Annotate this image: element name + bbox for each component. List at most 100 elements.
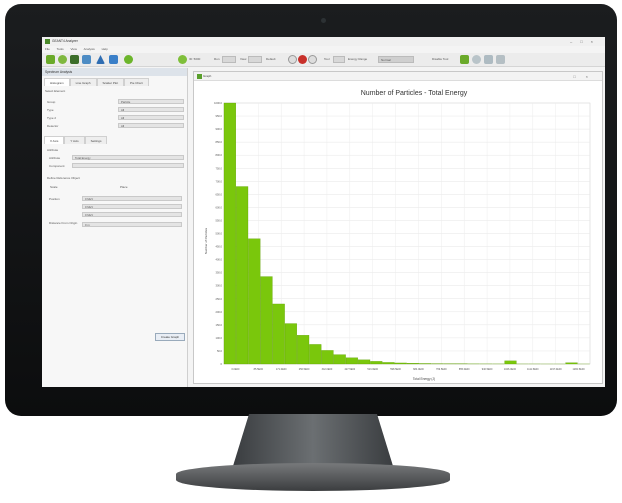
place-radio[interactable]: Place xyxy=(120,185,128,189)
id-label: ID: 5000 xyxy=(189,57,201,61)
refresh-icon[interactable] xyxy=(58,55,67,64)
menu-help[interactable]: Help xyxy=(102,47,108,51)
tool-field[interactable] xyxy=(333,56,345,63)
graph-window-title: Graph xyxy=(203,74,212,78)
graph-close-button[interactable]: × xyxy=(586,74,598,79)
graph-window-icon xyxy=(197,74,202,79)
tab-histogram[interactable]: Histogram xyxy=(44,78,70,86)
y-tick-label: 300.0 xyxy=(216,284,223,288)
distance-label: Distance From Origin xyxy=(49,221,78,225)
histogram-bar xyxy=(297,335,310,365)
histogram-chart: Number of Particles - Total Energy Numbe… xyxy=(204,90,591,381)
type-select[interactable]: All xyxy=(118,107,184,112)
app-icon xyxy=(45,39,50,44)
chart-icon[interactable] xyxy=(109,55,118,64)
y-tick-label: 0 xyxy=(221,362,223,366)
scale-radio[interactable]: Scale xyxy=(50,185,58,189)
graph-maximize-button[interactable]: □ xyxy=(573,74,585,79)
menu-file[interactable]: File xyxy=(45,47,50,51)
y-ticks: 0 50.0 100.0 150.0 200.0 250.0 300.0 350.0 400.0… xyxy=(214,101,222,366)
y-tick-label: 750.0 xyxy=(216,166,223,170)
position-z-field[interactable]: 0 MeV xyxy=(82,212,182,217)
maximize-button[interactable]: □ xyxy=(580,39,590,44)
normal-select[interactable]: Normal xyxy=(378,56,414,63)
type2-select[interactable]: All xyxy=(118,115,184,120)
histogram-bar xyxy=(504,360,517,365)
create-graph-button[interactable]: Create Graph xyxy=(155,333,185,341)
grid-icon[interactable] xyxy=(82,55,91,64)
camera-icon[interactable] xyxy=(70,55,79,64)
x-tick-label: 598.5E00 xyxy=(390,368,401,371)
histogram-bar xyxy=(565,362,578,365)
menu-view[interactable]: View xyxy=(70,47,76,51)
screen: GEANT4 Analyzer –□× File Tools View Anal… xyxy=(42,37,605,387)
y-tick-label: 250.0 xyxy=(216,297,223,301)
pan-icon[interactable] xyxy=(496,55,505,64)
y-tick-label: 700.0 xyxy=(216,179,223,183)
panel-title: Spectrum Analysis xyxy=(42,68,187,76)
view-label: View xyxy=(240,57,247,61)
histogram-bar xyxy=(236,186,249,365)
x-tick-label: 1282.5E00 xyxy=(573,368,586,371)
x-tick-label: 1197.0E00 xyxy=(550,368,563,371)
x-tick-label: 171.0E00 xyxy=(276,368,287,371)
position-label: Position xyxy=(49,197,60,201)
help-icon[interactable] xyxy=(124,55,133,64)
histogram-bar xyxy=(260,276,273,365)
rotate-icon[interactable] xyxy=(484,55,493,64)
y-tick-label: 50.0 xyxy=(217,349,223,353)
tab-settings[interactable]: Settings xyxy=(84,136,108,144)
histogram-bar xyxy=(406,363,419,365)
monitor-stand-base xyxy=(176,463,450,491)
attribute-select[interactable]: Total Energy xyxy=(72,155,184,160)
app-title: GEANT4 Analyzer xyxy=(52,39,78,43)
menu-tools[interactable]: Tools xyxy=(57,47,64,51)
stop-icon[interactable] xyxy=(298,55,307,64)
histogram-bar xyxy=(358,359,371,365)
run-field[interactable] xyxy=(222,56,236,63)
tab-scatter-plot[interactable]: Scatter Plot xyxy=(96,78,125,86)
histogram-bar xyxy=(394,362,407,365)
settings-icon[interactable] xyxy=(288,55,297,64)
run-label: Run xyxy=(214,57,220,61)
type-label: Type xyxy=(47,108,54,112)
group-select[interactable]: Particle xyxy=(118,99,184,104)
histogram-bar xyxy=(419,363,432,365)
tab-x-axis[interactable]: X Axis xyxy=(44,136,65,144)
distance-field[interactable]: 0 m xyxy=(82,222,182,227)
view-field[interactable] xyxy=(248,56,262,63)
section-reference-object: Define Reference Object xyxy=(47,176,80,180)
x-tick-label: 684.0E00 xyxy=(413,368,424,371)
position-x-field[interactable]: 0 MeV xyxy=(82,196,182,201)
tab-pie-chart[interactable]: Pie Chart xyxy=(124,78,149,86)
close-button[interactable]: × xyxy=(591,39,601,44)
target-icon[interactable] xyxy=(178,55,187,64)
x-tick-label: 427.5E00 xyxy=(344,368,355,371)
attribute-label: Attribute xyxy=(49,156,61,160)
histogram-bar xyxy=(382,362,395,365)
detector-select[interactable]: All xyxy=(118,123,184,128)
menu-analysis[interactable]: Analysis xyxy=(84,47,95,51)
triangle-icon[interactable] xyxy=(96,55,105,64)
record-icon[interactable] xyxy=(308,55,317,64)
y-tick-label: 650.0 xyxy=(216,192,223,196)
section-select-element: Select Element xyxy=(45,89,66,93)
x-tick-label: 855.0E00 xyxy=(459,368,470,371)
component-label: Component xyxy=(49,164,65,168)
energy-range-label: Energy Range xyxy=(348,57,368,61)
y-tick-label: 100.0 xyxy=(216,336,223,340)
tab-line-graph[interactable]: Line Graph xyxy=(69,78,97,86)
position-y-field[interactable]: 0 MeV xyxy=(82,204,182,209)
window-controls[interactable]: –□× xyxy=(570,37,601,46)
component-select[interactable] xyxy=(72,163,184,168)
y-tick-label: 600.0 xyxy=(216,205,223,209)
export-icon[interactable] xyxy=(460,55,469,64)
monitor-stand-neck xyxy=(233,414,393,466)
zoom-icon[interactable] xyxy=(472,55,481,64)
y-tick-label: 550.0 xyxy=(216,218,223,222)
tab-y-axis[interactable]: Y Axis xyxy=(64,136,85,144)
minimize-button[interactable]: – xyxy=(570,39,580,44)
run-icon[interactable] xyxy=(46,55,55,64)
webcam xyxy=(321,18,326,23)
histogram-bar xyxy=(370,361,383,365)
